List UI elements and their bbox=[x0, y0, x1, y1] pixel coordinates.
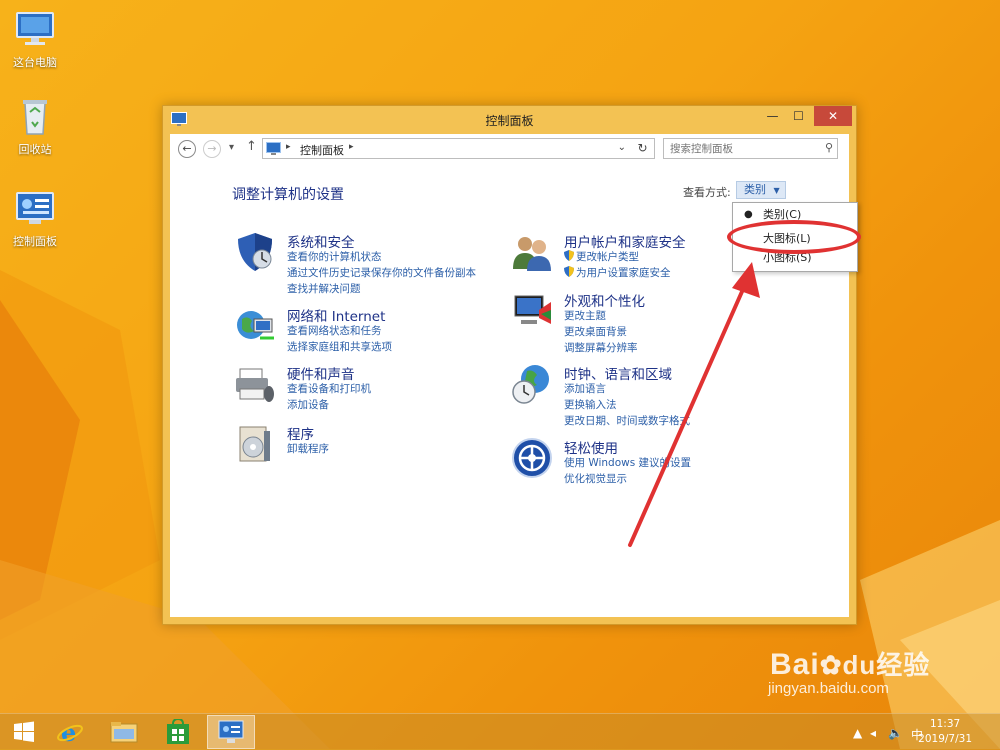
view-by-value: 类别 bbox=[744, 183, 766, 196]
address-dropdown-icon[interactable]: ⌄ bbox=[618, 142, 626, 153]
show-hidden-icons[interactable]: ▲ bbox=[853, 726, 862, 740]
close-button[interactable]: ✕ bbox=[814, 106, 852, 126]
desktop-icon-this-pc[interactable]: 这台电脑 bbox=[0, 10, 70, 70]
desktop-icon-label: 这台电脑 bbox=[13, 56, 57, 69]
uac-shield-icon bbox=[564, 250, 574, 261]
uac-shield-icon bbox=[564, 266, 574, 277]
recycle-bin-icon bbox=[23, 100, 47, 135]
link-network-status[interactable]: 查看网络状态和任务 bbox=[287, 323, 382, 338]
clock-globe-icon bbox=[512, 365, 549, 404]
category-title[interactable]: 硬件和声音 bbox=[287, 363, 355, 383]
category-network-internet: 网络和 Internet 查看网络状态和任务 选择家庭组和共享选项 bbox=[234, 305, 494, 353]
baidu-watermark: Bai✿du经验 jingyan.baidu.com bbox=[768, 645, 931, 697]
watermark-brand: Bai✿du经验 bbox=[770, 648, 931, 681]
breadcrumb-control-panel[interactable]: 控制面板 bbox=[300, 142, 344, 158]
internet-explorer-icon: e bbox=[57, 718, 83, 747]
desktop-icon-recycle-bin[interactable]: 回收站 bbox=[0, 97, 70, 157]
watermark-brand-cn: du bbox=[842, 650, 877, 680]
view-by-dropdown[interactable]: 类别 ▼ bbox=[736, 181, 786, 199]
category-title[interactable]: 网络和 Internet bbox=[287, 305, 385, 325]
link-uninstall-program[interactable]: 卸载程序 bbox=[287, 441, 329, 456]
taskbar-file-explorer[interactable] bbox=[100, 715, 148, 749]
network-globe-icon bbox=[237, 311, 274, 340]
control-panel-icon bbox=[218, 720, 244, 743]
store-icon bbox=[167, 717, 189, 744]
appearance-icon bbox=[514, 295, 551, 324]
start-button[interactable] bbox=[0, 715, 48, 749]
category-title[interactable]: 程序 bbox=[287, 423, 314, 443]
taskbar-internet-explorer[interactable]: e bbox=[46, 715, 94, 749]
control-panel-crumb-icon bbox=[266, 142, 281, 155]
category-hardware-sound: 硬件和声音 查看设备和打印机 添加设备 bbox=[234, 363, 494, 411]
search-box[interactable]: ⚲ bbox=[663, 138, 838, 159]
selected-bullet-icon: ● bbox=[744, 209, 753, 220]
folder-icon bbox=[110, 722, 138, 743]
volume-icon[interactable]: 🔈 bbox=[888, 726, 903, 740]
windows-logo-icon bbox=[14, 721, 34, 742]
breadcrumb-separator-icon[interactable]: ▸ bbox=[349, 142, 354, 152]
category-title[interactable]: 用户帐户和家庭安全 bbox=[564, 231, 686, 251]
link-add-device[interactable]: 添加设备 bbox=[287, 397, 329, 412]
link-devices-printers[interactable]: 查看设备和打印机 bbox=[287, 381, 371, 396]
link-troubleshoot[interactable]: 查找并解决问题 bbox=[287, 281, 361, 296]
watermark-url: jingyan.baidu.com bbox=[768, 680, 889, 697]
ease-of-access-icon bbox=[512, 438, 552, 478]
maximize-button[interactable]: ☐ bbox=[785, 106, 812, 126]
annotation-arrow bbox=[628, 262, 760, 547]
taskbar-control-panel[interactable] bbox=[207, 715, 255, 749]
desktop-icon-label: 回收站 bbox=[18, 143, 52, 156]
clock-time: 11:37 bbox=[929, 718, 961, 730]
taskbar-store[interactable] bbox=[154, 715, 202, 749]
title-bar[interactable]: 控制面板 — ☐ ✕ bbox=[163, 106, 856, 134]
control-panel-icon bbox=[16, 192, 54, 224]
clock-date: 2019/7/31 bbox=[918, 733, 972, 745]
category-programs: 程序 卸载程序 bbox=[234, 423, 494, 468]
link-homegroup[interactable]: 选择家庭组和共享选项 bbox=[287, 339, 392, 354]
link-file-history[interactable]: 通过文件历史记录保存你的文件备份副本 bbox=[287, 265, 476, 280]
desktop-icon-label: 控制面板 bbox=[13, 235, 57, 248]
search-icon[interactable]: ⚲ bbox=[825, 141, 833, 154]
computer-icon bbox=[16, 12, 54, 45]
search-input[interactable] bbox=[664, 139, 826, 158]
minimize-button[interactable]: — bbox=[759, 106, 786, 126]
programs-icon bbox=[239, 426, 270, 462]
recent-locations-dropdown-icon[interactable]: ▾ bbox=[229, 142, 234, 153]
chevron-down-icon: ▼ bbox=[773, 186, 780, 195]
forward-button[interactable]: → bbox=[203, 140, 221, 158]
page-heading: 调整计算机的设置 bbox=[232, 187, 344, 203]
view-by-label: 查看方式: bbox=[683, 186, 731, 199]
back-button[interactable]: ← bbox=[178, 140, 196, 158]
system-clock[interactable]: 11:37 2019/7/31 bbox=[918, 717, 972, 747]
refresh-button[interactable]: ↻ bbox=[631, 138, 655, 159]
window-title: 控制面板 bbox=[485, 114, 534, 128]
users-icon bbox=[513, 237, 551, 271]
paw-icon: ✿ bbox=[819, 650, 843, 680]
up-arrow-icon[interactable]: ↑ bbox=[246, 139, 257, 154]
breadcrumb-separator-icon[interactable]: ▸ bbox=[286, 142, 291, 152]
annotation-highlight-ellipse bbox=[727, 220, 861, 254]
shield-icon bbox=[238, 233, 272, 271]
printer-icon bbox=[236, 368, 274, 402]
category-system-security: 系统和安全 查看你的计算机状态 通过文件历史记录保存你的文件备份副本 查找并解决… bbox=[234, 231, 494, 295]
link-view-computer-status[interactable]: 查看你的计算机状态 bbox=[287, 249, 382, 264]
address-bar[interactable]: ▸ 控制面板 ▸ ⌄ bbox=[262, 138, 655, 159]
category-title[interactable]: 系统和安全 bbox=[287, 231, 355, 251]
desktop-icon-control-panel[interactable]: 控制面板 bbox=[0, 189, 70, 249]
network-icon[interactable]: ◂ bbox=[870, 726, 876, 740]
navigation-bar: ← → ▾ ↑ ▸ 控制面板 ▸ ⌄ ↻ ⚲ bbox=[170, 134, 849, 164]
taskbar: e ▲ ◂ 🔈 中 11:37 2019/7/31 bbox=[0, 713, 1000, 750]
